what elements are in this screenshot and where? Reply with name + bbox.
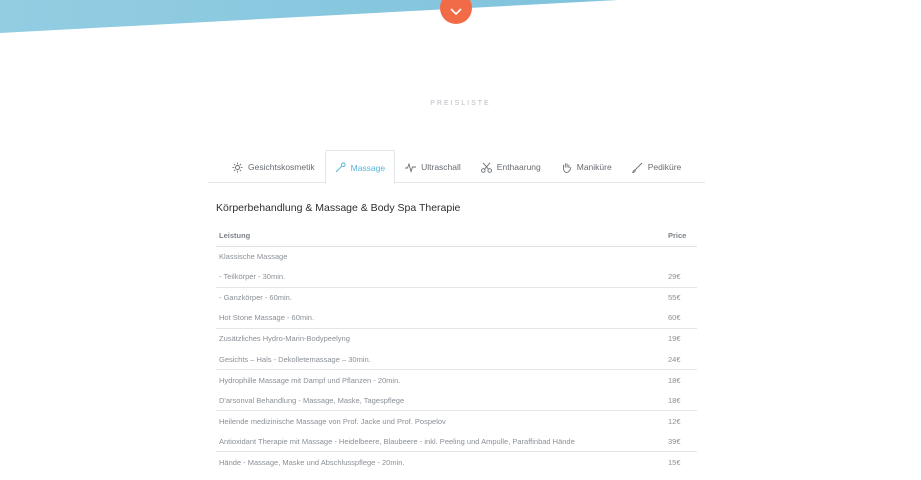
- brush-icon: [631, 162, 643, 173]
- tab-label: Massage: [350, 162, 386, 173]
- section-label: PREISLISTE: [430, 100, 491, 107]
- table-row: Hydrophille Massage mit Dampf und Pflanz…: [216, 369, 697, 391]
- tab-enthaarung[interactable]: Enthaarung: [471, 150, 551, 183]
- service-cell: Zusätzliches Hydro-Marin-Bodypeelyng: [216, 327, 665, 349]
- table-row: - Teilkörper - 30min. 29€: [216, 267, 697, 288]
- tab-gesichtskosmetik[interactable]: Gesichtskosmetik: [208, 150, 325, 183]
- chevron-down-icon: [450, 8, 462, 16]
- table-title: Körperbehandlung & Massage & Body Spa Th…: [216, 202, 461, 214]
- sparkle-icon: [232, 162, 243, 173]
- pricing-tabs: Gesichtskosmetik Massage Ultraschall Ent…: [208, 150, 705, 184]
- service-cell: Klassische Massage: [219, 252, 288, 262]
- tab-label: Pediküre: [647, 162, 682, 172]
- price-cell: 18€: [665, 369, 697, 391]
- tab-manikuere[interactable]: Maniküre: [551, 150, 622, 183]
- page: PREISLISTE Gesichtskosmetik Massage Ultr…: [0, 0, 921, 480]
- table-row: Zusätzliches Hydro-Marin-Bodypeelyng 19€: [216, 327, 697, 349]
- service-cell: Hydrophille Massage mit Dampf und Pflanz…: [216, 369, 665, 391]
- price-table: Leistung Price Klassische Massage - Teil…: [216, 226, 697, 473]
- table-row: Gesichts – Hals - Dekolletemassage – 30m…: [216, 349, 697, 370]
- table-row: Antioxidant Therapie mit Massage - Heide…: [216, 431, 697, 452]
- price-cell: 39€: [668, 436, 681, 446]
- service-cell: Hot Stone Massage - 60min.: [219, 313, 315, 323]
- tab-label: Ultraschall: [421, 162, 461, 172]
- price-cell: 18€: [668, 395, 681, 405]
- hand-icon: [561, 162, 572, 173]
- table-row: Hände - Massage, Maske und Abschlusspfle…: [216, 451, 697, 473]
- tab-label: Maniküre: [576, 162, 612, 172]
- tab-label: Gesichtskosmetik: [248, 162, 315, 172]
- price-cell: 55€: [665, 286, 697, 308]
- service-cell: - Ganzkörper - 60min.: [216, 286, 665, 308]
- tab-label: Enthaarung: [496, 162, 541, 172]
- column-header-service: Leistung: [216, 226, 665, 247]
- table-header-row: Leistung Price: [216, 226, 697, 247]
- service-cell: Hände - Massage, Maske und Abschlusspfle…: [216, 451, 665, 473]
- service-cell: Antioxidant Therapie mit Massage - Heide…: [219, 436, 575, 446]
- table-row: D'arsonval Behandlung - Massage, Maske, …: [216, 390, 697, 411]
- service-cell: - Teilkörper - 30min.: [219, 272, 286, 282]
- table-row: Hot Stone Massage - 60min. 60€: [216, 308, 697, 329]
- massage-wand-icon: [335, 162, 346, 173]
- service-cell: Heilende medizinische Massage von Prof. …: [216, 410, 665, 432]
- column-header-price: Price: [665, 226, 697, 247]
- tab-massage[interactable]: Massage: [324, 150, 396, 184]
- price-cell: 19€: [665, 327, 697, 349]
- tab-ultraschall[interactable]: Ultraschall: [395, 150, 471, 183]
- price-cell: 29€: [668, 272, 681, 282]
- price-cell: [665, 246, 697, 267]
- price-cell: 60€: [668, 313, 681, 323]
- table-row: Heilende medizinische Massage von Prof. …: [216, 410, 697, 432]
- price-cell: 15€: [665, 451, 697, 473]
- price-cell: 12€: [665, 410, 697, 432]
- table-row: Klassische Massage: [216, 246, 697, 267]
- price-cell: 24€: [668, 354, 681, 364]
- scissors-icon: [480, 162, 492, 173]
- table-row: - Ganzkörper - 60min. 55€: [216, 286, 697, 308]
- service-cell: Gesichts – Hals - Dekolletemassage – 30m…: [219, 354, 371, 364]
- tab-pedikuere[interactable]: Pediküre: [622, 150, 692, 183]
- service-cell: D'arsonval Behandlung - Massage, Maske, …: [219, 395, 405, 405]
- pulse-icon: [405, 162, 417, 173]
